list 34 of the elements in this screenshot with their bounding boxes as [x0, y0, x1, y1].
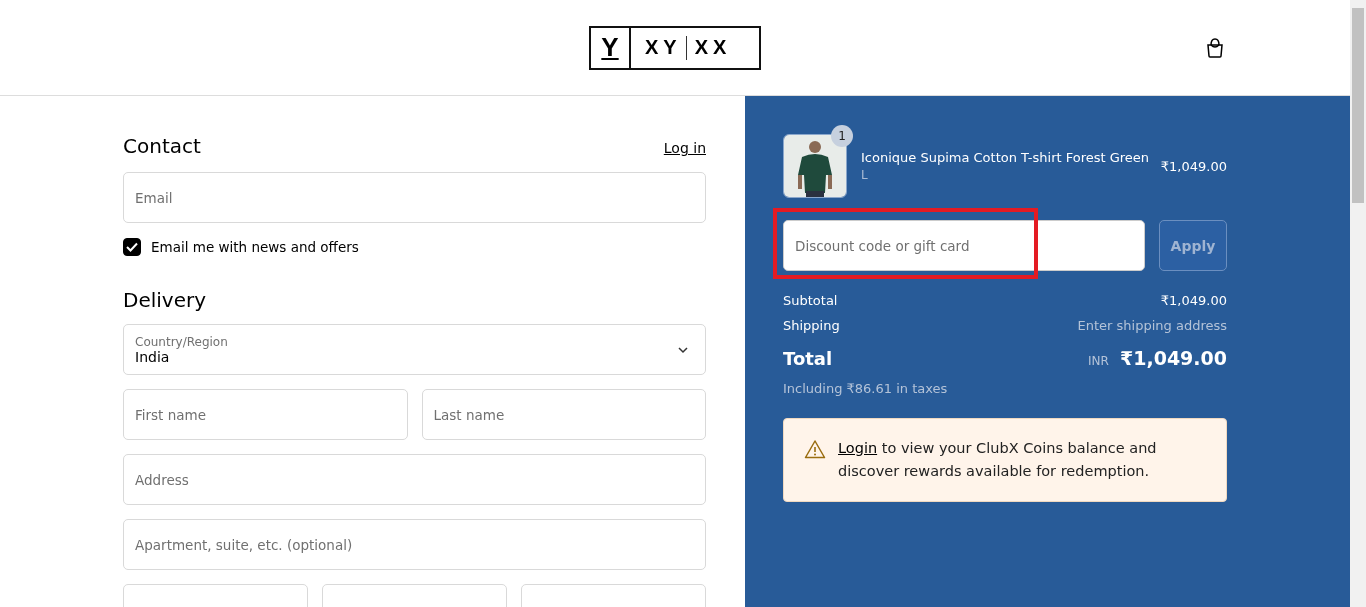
logo[interactable]: Y XY XX: [589, 25, 761, 70]
warning-icon: [804, 439, 826, 459]
text-field[interactable]: Last name: [421, 389, 706, 440]
logo-mark: Y: [591, 27, 631, 68]
currency-code: INR: [1088, 354, 1109, 368]
country-select[interactable]: Country/Region India: [123, 324, 706, 375]
checkbox-label: Email me with news and offers: [151, 239, 359, 255]
summary-value: Enter shipping address: [1077, 318, 1227, 333]
notice-text: Login to view your ClubX Coins balance and discover rewards available for redemption.: [838, 439, 1158, 481]
section-title: Delivery: [123, 288, 208, 312]
product-name: Iconique Supima Cotton T-shirt Forest Green: [861, 150, 1151, 165]
summary-value: ₹1,049.00: [1160, 293, 1227, 308]
tax-note: Including ₹86.61 in taxes: [783, 381, 949, 396]
discount-field[interactable]: Discount code or gift card: [783, 220, 1145, 271]
total-label: Total: [783, 347, 833, 369]
summary-label: Shipping: [783, 318, 840, 333]
text-field[interactable]: First name: [123, 389, 408, 440]
product-variant: L: [861, 168, 869, 182]
logo-text-left: XY: [645, 36, 682, 59]
quantity-badge: 1: [831, 125, 853, 147]
total-value: ₹1,049.00: [1120, 347, 1227, 369]
email-field[interactable]: Email: [123, 172, 706, 223]
section-title: Contact: [123, 134, 201, 158]
shopping-bag-icon[interactable]: [1206, 38, 1224, 58]
text-field[interactable]: Apartment, suite, etc. (optional): [123, 519, 706, 570]
login-link[interactable]: Login: [838, 440, 878, 456]
product-price: ₹1,049.00: [1160, 158, 1227, 174]
login-link[interactable]: Log in: [663, 140, 706, 156]
checkbox[interactable]: [123, 238, 141, 256]
scrollbar[interactable]: [1350, 0, 1366, 607]
text-field[interactable]: Address: [123, 454, 706, 505]
summary-label: Subtotal: [783, 293, 838, 308]
chevron-down-icon: [677, 346, 689, 354]
logo-text-right: XX: [694, 36, 732, 59]
